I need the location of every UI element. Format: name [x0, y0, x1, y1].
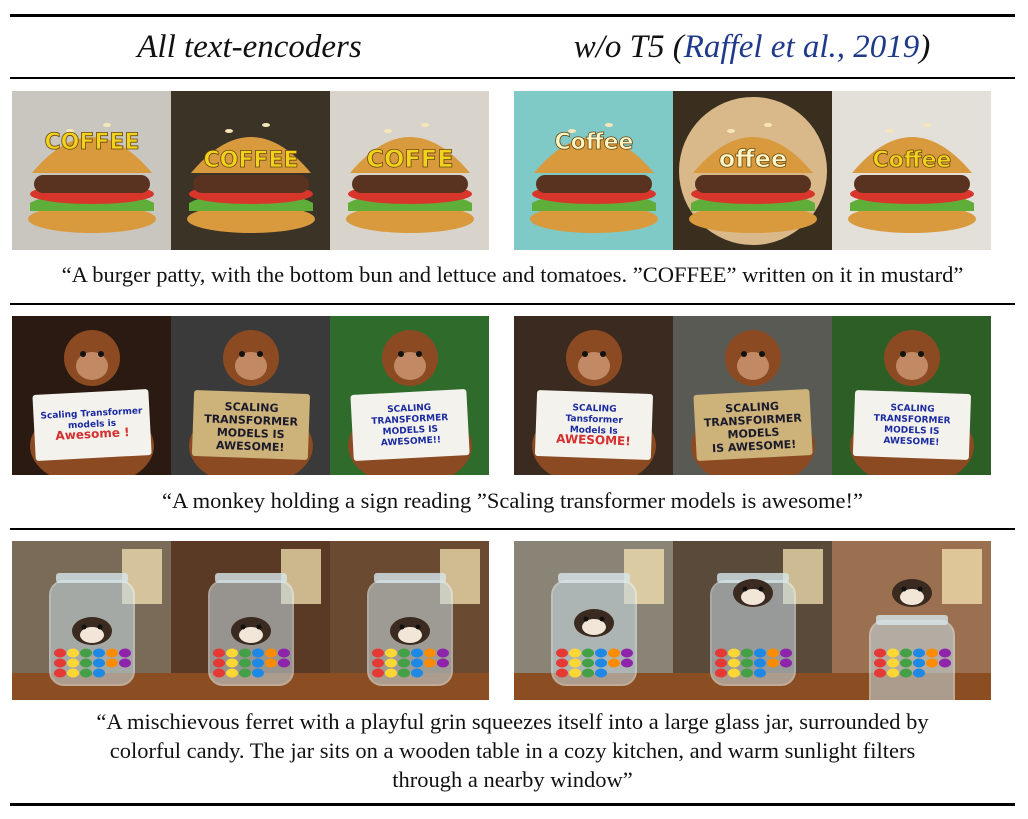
monkey-image-3: SCALING TRANSFORMER MODELS IS AWESOME!!	[330, 316, 489, 475]
sign-line: SCALING	[572, 403, 616, 415]
column-title-suffix: )	[919, 29, 931, 65]
ferret-image-3	[330, 541, 489, 700]
header-rule	[10, 77, 1015, 79]
sign-line: AWESOME!	[556, 432, 631, 449]
mustard-text: COFFE	[366, 145, 453, 173]
ferret-caption-line-1: “A mischievous ferret with a playful gri…	[96, 709, 929, 734]
burger-image-6: Coffee	[832, 91, 991, 250]
burger-image-4: Coffee	[514, 91, 673, 250]
ferret-image-5	[673, 541, 832, 700]
sign-line: Tansformer	[565, 414, 623, 426]
bottom-rule	[10, 803, 1015, 806]
monkey-caption: “A monkey holding a sign reading ”Scalin…	[161, 488, 864, 513]
column-title-all-encoders: All text-encoders	[137, 29, 362, 65]
sign-line: AWESOME!	[883, 436, 939, 448]
top-rule	[10, 14, 1015, 17]
burger-image-3: COFFE	[330, 91, 489, 250]
ferret-caption-line-3: through a nearby window”	[392, 767, 633, 792]
row-rule-2	[10, 528, 1015, 530]
ferret-image-2	[171, 541, 330, 700]
monkey-image-2: SCALING TRANSFORMER MODELS IS AWESOME!	[171, 316, 330, 475]
monkey-image-6: SCALING TRANSFORMER MODELS IS AWESOME!	[832, 316, 991, 475]
column-title-prefix: w/o T5 (	[573, 29, 684, 65]
mustard-text: COFFEE	[204, 148, 299, 173]
row-rule-1	[10, 303, 1015, 305]
column-title-without-t5: w/o T5 (Raffel et al., 2019)	[514, 22, 990, 72]
citation-link[interactable]: Raffel et al., 2019	[684, 29, 920, 65]
ferret-caption: “A mischievous ferret with a playful gri…	[10, 707, 1015, 794]
burger-image-1: COFFEE	[12, 91, 171, 250]
mustard-text: offee	[719, 145, 787, 173]
monkey-image-4: SCALING Tansformer Models Is AWESOME!	[514, 316, 673, 475]
ferret-caption-line-2: colorful candy. The jar sits on a wooden…	[109, 738, 916, 763]
monkey-image-5: SCALING TRANSFOIRMER MODELS IS AWESOME!	[673, 316, 832, 475]
monkey-image-1: Scaling Transformer models is Awesome !	[12, 316, 171, 475]
sign-line: AWESOME!	[216, 439, 285, 454]
mustard-text: Coffee	[873, 148, 952, 173]
mustard-text: COFFEE	[45, 130, 140, 155]
burger-image-5: offee	[673, 91, 832, 250]
ferret-image-6	[832, 541, 991, 700]
sign-line: MODELS IS	[884, 425, 940, 437]
sign-line: SCALING	[890, 403, 934, 415]
ferret-image-4	[514, 541, 673, 700]
mustard-text: Coffee	[555, 130, 634, 155]
burger-image-2: COFFEE	[171, 91, 330, 250]
ferret-image-1	[12, 541, 171, 700]
burger-caption: “A burger patty, with the bottom bun and…	[61, 262, 964, 287]
